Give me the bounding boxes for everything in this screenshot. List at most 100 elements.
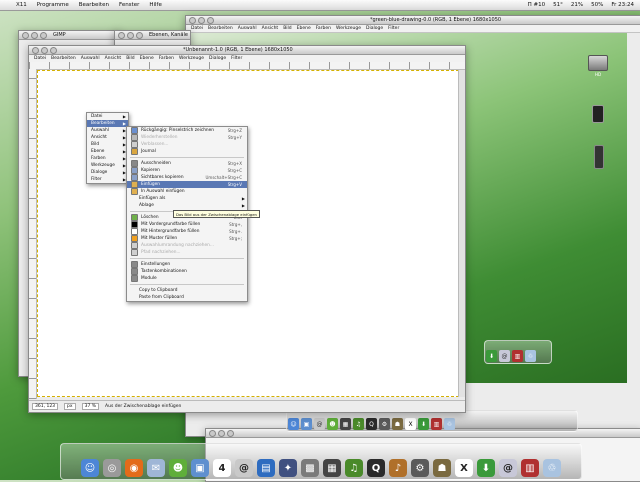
edit-menu-item-auswahlumrandung-nachziehen[interactable]: Auswahlumrandung nachziehen... — [127, 242, 247, 249]
menu-farben[interactable]: Farben — [159, 56, 174, 61]
status-temperature[interactable]: 51° — [553, 2, 563, 8]
image-menu-item-datei[interactable]: Datei ▶ — [87, 113, 128, 120]
address-book-icon[interactable]: @ — [314, 418, 325, 430]
ruler-horizontal[interactable] — [29, 62, 465, 70]
status-workspace[interactable]: Π #10 — [528, 2, 546, 8]
window-ebenen-titlebar[interactable]: Ebenen, Kanäle — [115, 31, 190, 40]
menu-filter[interactable]: Filter — [231, 56, 242, 61]
minimize-icon[interactable] — [41, 46, 48, 54]
image-menu-item-filter[interactable]: Filter ▶ — [87, 176, 128, 183]
menu-werkzeuge[interactable]: Werkzeuge — [336, 26, 361, 31]
minimize-icon[interactable] — [127, 31, 134, 39]
close-icon[interactable] — [118, 31, 125, 39]
image-icon[interactable]: ▣ — [301, 418, 312, 430]
gimp-icon[interactable]: ☗ — [392, 418, 403, 430]
menubar-hilfe[interactable]: Hilfe — [149, 2, 162, 8]
status-battery[interactable]: 50% — [591, 2, 603, 8]
image-menu-item-farben[interactable]: Farben ▶ — [87, 155, 128, 162]
window-green-blue-titlebar[interactable]: *green-blue-drawing-0.0 (RGB, 1 Ebene) 1… — [186, 16, 640, 25]
calendar-icon[interactable]: ▥ — [512, 350, 523, 362]
edit-menu-item-module[interactable]: Module — [127, 275, 247, 282]
image-icon[interactable]: ▣ — [191, 459, 209, 477]
menu-datei[interactable]: Datei — [191, 26, 203, 31]
close-icon[interactable] — [189, 16, 196, 24]
menu-dialoge[interactable]: Dialoge — [209, 56, 226, 61]
menubar-fenster[interactable]: Fenster — [119, 2, 139, 8]
download-icon[interactable]: ⬇ — [486, 350, 497, 362]
edit-menu-item-einfügen[interactable]: Einfügen Strg+V — [127, 181, 247, 188]
edit-menu-item-paste-from-clipboard[interactable]: Paste from Clipboard — [127, 294, 247, 301]
edit-menu-item-pfad-nachziehen[interactable]: Pfad nachziehen... — [127, 249, 247, 256]
mail-icon[interactable]: ✉ — [147, 459, 165, 477]
edit-menu-item-journal[interactable]: Journal — [127, 148, 247, 155]
edit-menu-item-verblassen[interactable]: Verblassen... — [127, 141, 247, 148]
window-main-titlebar[interactable]: *Unbenannt-1.0 (RGB, 1 Ebene) 1680x1050 — [29, 46, 465, 55]
network-icon[interactable]: @ — [499, 459, 517, 477]
menu-auswahl[interactable]: Auswahl — [81, 56, 100, 61]
edit-menu-item-copy-to-clipboard[interactable]: Copy to Clipboard — [127, 287, 247, 294]
close-icon[interactable] — [22, 31, 29, 39]
network-icon[interactable]: @ — [499, 350, 510, 362]
image-menu-item-bild[interactable]: Bild ▶ — [87, 141, 128, 148]
menubar-bearbeiten[interactable]: Bearbeiten — [79, 2, 109, 8]
download-icon[interactable]: ⬇ — [418, 418, 429, 430]
desktop-ipod[interactable] — [592, 105, 604, 123]
image-menu-item-bearbeiten[interactable]: Bearbeiten ▶ — [87, 120, 128, 127]
film-icon[interactable]: ▦ — [323, 459, 341, 477]
system-preferences-icon[interactable]: ◎ — [103, 459, 121, 477]
zoom-icon[interactable] — [227, 429, 234, 437]
zoom-icon[interactable] — [136, 31, 143, 39]
menu-dialoge[interactable]: Dialoge — [366, 26, 383, 31]
image-menu-item-ansicht[interactable]: Ansicht ▶ — [87, 134, 128, 141]
minimize-icon[interactable] — [31, 31, 38, 39]
preview-icon[interactable]: ▤ — [257, 459, 275, 477]
desktop-phone[interactable] — [594, 145, 604, 169]
edit-menu-item-mit-vordergrundfarbe-füllen[interactable]: Mit Vordergrundfarbe füllen Strg+, — [127, 221, 247, 228]
image-menu-item-dialoge[interactable]: Dialoge ▶ — [87, 169, 128, 176]
firefox-icon[interactable]: ◉ — [125, 459, 143, 477]
minimize-icon[interactable] — [218, 429, 225, 437]
vertical-scrollbar[interactable] — [458, 70, 465, 397]
calendar-icon[interactable]: ▥ — [431, 418, 442, 430]
trash-icon[interactable]: ♲ — [543, 459, 561, 477]
music-icon[interactable]: ♫ — [345, 459, 363, 477]
film-icon[interactable]: ▦ — [340, 418, 351, 430]
edit-menu-item-ablage[interactable]: Ablage ▶ — [127, 202, 247, 209]
edit-menu-item-kopieren[interactable]: Kopieren Strg+C — [127, 167, 247, 174]
menu-bild[interactable]: Bild — [126, 56, 134, 61]
finder-icon[interactable]: ☺ — [288, 418, 299, 430]
x11-icon[interactable]: X — [405, 418, 416, 430]
unit-select[interactable]: px — [64, 402, 76, 410]
menu-ansicht[interactable]: Ansicht — [105, 56, 122, 61]
menu-bearbeiten[interactable]: Bearbeiten — [208, 26, 233, 31]
gimp-icon[interactable]: ☗ — [433, 459, 451, 477]
download-icon[interactable]: ⬇ — [477, 459, 495, 477]
edit-menu-item-rückgängig-pinselstrich-zeichnen[interactable]: Rückgängig: Pinselstrich zeichnen Strg+Z — [127, 127, 247, 134]
edit-menu-item-in-auswahl-einfügen[interactable]: In Auswahl einfügen — [127, 188, 247, 195]
status-cpu[interactable]: 21% — [571, 2, 583, 8]
menu-ansicht[interactable]: Ansicht — [262, 26, 279, 31]
guitar-icon[interactable]: ♪ — [389, 459, 407, 477]
edit-menu-item-tastenkombinationen[interactable]: Tastenkombinationen — [127, 268, 247, 275]
status-clock[interactable]: Fr 23:24 — [611, 2, 634, 8]
zoom-select[interactable]: 37 % — [81, 402, 100, 410]
ichat-icon[interactable]: ☻ — [327, 418, 338, 430]
edit-menu-item-mit-muster-füllen[interactable]: Mit Muster füllen Strg+; — [127, 235, 247, 242]
menu-bild[interactable]: Bild — [283, 26, 291, 31]
utility-icon[interactable]: ⚙ — [411, 459, 429, 477]
ichat-icon[interactable]: ☻ — [169, 459, 187, 477]
menu-bearbeiten[interactable]: Bearbeiten — [51, 56, 76, 61]
menu-ebene[interactable]: Ebene — [140, 56, 154, 61]
desktop-hard-drive[interactable]: HD — [588, 55, 608, 77]
x11-icon[interactable]: X — [455, 459, 473, 477]
edit-menu-item-wiederherstellen[interactable]: Wiederherstellen Strg+Y — [127, 134, 247, 141]
image-menu-item-auswahl[interactable]: Auswahl ▶ — [87, 127, 128, 134]
music-icon[interactable]: ♫ — [353, 418, 364, 430]
utility-icon[interactable]: ⚙ — [379, 418, 390, 430]
close-icon[interactable] — [209, 429, 216, 437]
image-menu-item-ebene[interactable]: Ebene ▶ — [87, 148, 128, 155]
menu-auswahl[interactable]: Auswahl — [238, 26, 257, 31]
address-book-icon[interactable]: @ — [235, 459, 253, 477]
finder-icon[interactable]: ☺ — [81, 459, 99, 477]
zoom-icon[interactable] — [40, 31, 47, 39]
